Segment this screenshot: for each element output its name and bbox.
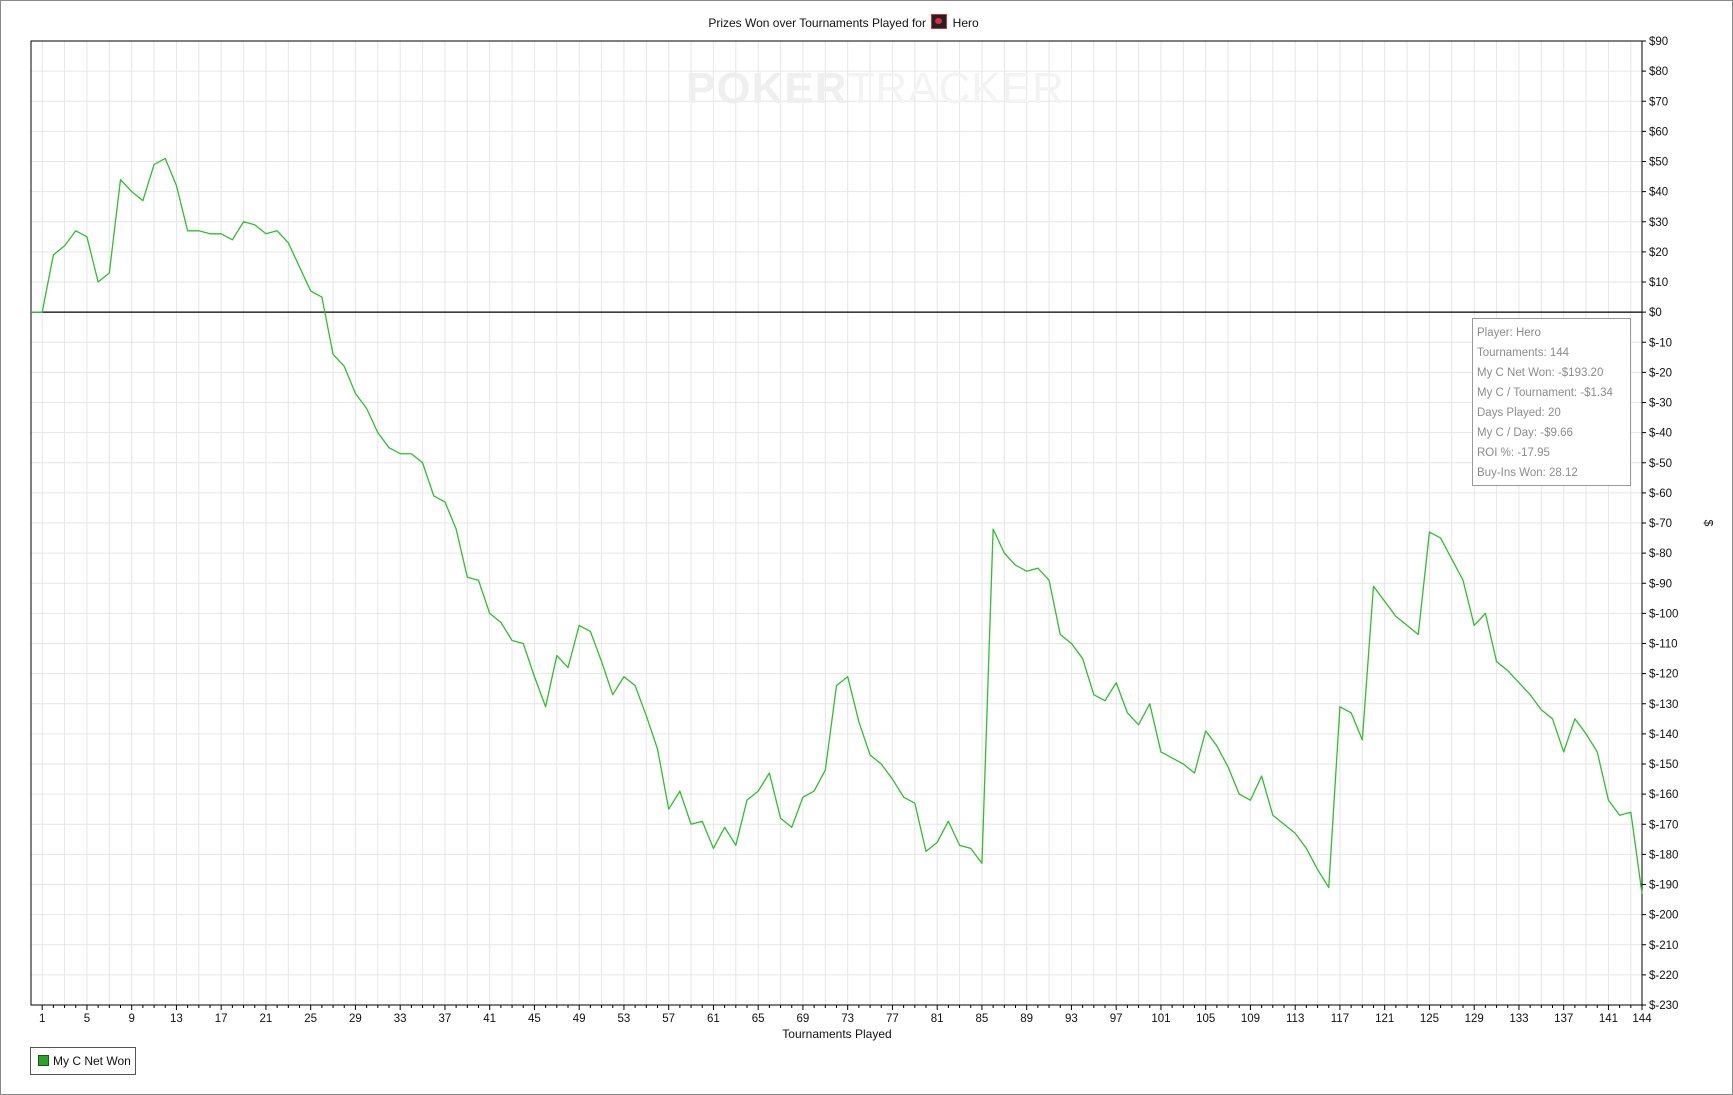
y-tick-label: $40: [1649, 187, 1668, 199]
y-tick-label: $-70: [1649, 518, 1672, 530]
y-tick-label: $-210: [1649, 940, 1678, 952]
y-tick-label: $-200: [1649, 910, 1678, 922]
chart-title: Prizes Won over Tournaments Played for H…: [0, 14, 1687, 30]
x-tick-label: 1: [39, 1013, 45, 1025]
x-tick-label: 133: [1509, 1013, 1528, 1025]
x-tick-label: 137: [1554, 1013, 1573, 1025]
y-tick-label: $-90: [1649, 578, 1672, 590]
y-tick-label: $20: [1649, 247, 1668, 259]
info-net-won: My C Net Won: -$193.20: [1477, 367, 1604, 379]
x-tick-label: 89: [1020, 1013, 1033, 1025]
poker-site-icon: [931, 14, 948, 29]
title-prefix: Prizes Won over Tournaments Played for: [708, 16, 926, 30]
x-tick-label: 81: [931, 1013, 944, 1025]
y-tick-label: $90: [1649, 36, 1668, 48]
y-tick-label: $-160: [1649, 789, 1678, 801]
x-tick-label: 9: [128, 1013, 134, 1025]
info-buyins-won: Buy-Ins Won: 28.12: [1477, 467, 1578, 479]
y-tick-label: $-110: [1649, 639, 1678, 651]
y-tick-label: $-10: [1649, 337, 1672, 349]
legend-swatch-icon: [38, 1055, 49, 1066]
x-tick-label: 37: [439, 1013, 452, 1025]
x-tick-label: 141: [1599, 1013, 1618, 1025]
y-tick-label: $-30: [1649, 398, 1672, 410]
x-tick-label: 13: [170, 1013, 183, 1025]
x-tick-label: 144: [1632, 1013, 1652, 1025]
x-tick-label: 45: [528, 1013, 541, 1025]
x-tick-label: 73: [841, 1013, 854, 1025]
x-axis-label: Tournaments Played: [782, 1027, 892, 1041]
x-tick-label: 25: [304, 1013, 317, 1025]
x-tick-label: 113: [1286, 1013, 1304, 1025]
legend[interactable]: My C Net Won: [30, 1047, 136, 1075]
x-tick-label: 41: [483, 1013, 496, 1025]
x-tick-label: 97: [1110, 1013, 1123, 1025]
y-tick-label: $30: [1649, 217, 1668, 229]
x-tick-label: 69: [797, 1013, 810, 1025]
x-tick-label: 85: [976, 1013, 989, 1025]
x-tick-label: 17: [215, 1013, 228, 1025]
y-tick-label: $-50: [1649, 458, 1672, 470]
y-tick-label: $-140: [1649, 729, 1678, 741]
y-tick-label: $-180: [1649, 849, 1678, 861]
x-tick-label: 65: [752, 1013, 765, 1025]
x-tick-label: 61: [707, 1013, 720, 1025]
info-per-tournament: My C / Tournament: -$1.34: [1477, 387, 1613, 399]
y-tick-label: $-130: [1649, 699, 1678, 711]
y-tick-label: $70: [1649, 96, 1668, 108]
series-line-my-c-net-won: [31, 157, 1643, 894]
y-tick-label: $-170: [1649, 819, 1678, 831]
pokertracker-watermark-logo: POKERTRACKER: [686, 64, 1065, 113]
info-days-played: Days Played: 20: [1477, 407, 1561, 419]
stats-info-box: Player: Hero Tournaments: 144 My C Net W…: [1472, 318, 1631, 486]
x-tick-label: 29: [349, 1013, 362, 1025]
title-player-name: Hero: [952, 16, 979, 30]
y-tick-label: $-220: [1649, 970, 1678, 982]
x-tick-label: 21: [260, 1013, 273, 1025]
y-tick-label: $-60: [1649, 488, 1672, 500]
x-tick-label: 5: [84, 1013, 90, 1025]
x-tick-label: 117: [1331, 1013, 1349, 1025]
info-roi: ROI %: -17.95: [1477, 447, 1550, 459]
x-tick-label: 121: [1375, 1013, 1394, 1025]
y-tick-label: $-190: [1649, 880, 1678, 892]
y-tick-label: $-80: [1649, 548, 1672, 560]
y-tick-label: $10: [1649, 277, 1668, 289]
x-tick-label: 125: [1420, 1013, 1439, 1025]
info-per-day: My C / Day: -$9.66: [1477, 427, 1573, 439]
x-tick-label: 105: [1196, 1013, 1215, 1025]
y-tick-label: $-40: [1649, 428, 1672, 440]
x-tick-label: 93: [1065, 1013, 1078, 1025]
chart-plot: $90 $80 $70 $60 $50 $40 $30 $20 $10 $0 $-10 $-20 $-3…: [30, 36, 1678, 1025]
legend-label: My C Net Won: [53, 1054, 131, 1068]
y-tick-label: $50: [1649, 157, 1668, 169]
x-tick-label: 33: [394, 1013, 407, 1025]
x-tick-label: 53: [618, 1013, 631, 1025]
y-tick-label: $60: [1649, 126, 1668, 138]
x-tick-label: 77: [886, 1013, 899, 1025]
y-tick-label: $-100: [1649, 608, 1678, 620]
y-tick-label: $-120: [1649, 669, 1678, 681]
info-player: Player: Hero: [1477, 327, 1541, 339]
y-tick-label: $-20: [1649, 367, 1672, 379]
y-tick-label: $0: [1649, 307, 1662, 319]
y-tick-label: $-150: [1649, 759, 1678, 771]
x-tick-label: 57: [662, 1013, 675, 1025]
x-tick-label: 129: [1465, 1013, 1484, 1025]
info-tournaments: Tournaments: 144: [1477, 347, 1570, 359]
y-tick-label: $80: [1649, 66, 1668, 78]
x-tick-label: 49: [573, 1013, 586, 1025]
x-tick-label: 101: [1151, 1013, 1170, 1025]
x-tick-label: 109: [1241, 1013, 1260, 1025]
y-axis-label: $: [1701, 519, 1716, 527]
y-tick-label: $-230: [1649, 1000, 1678, 1012]
